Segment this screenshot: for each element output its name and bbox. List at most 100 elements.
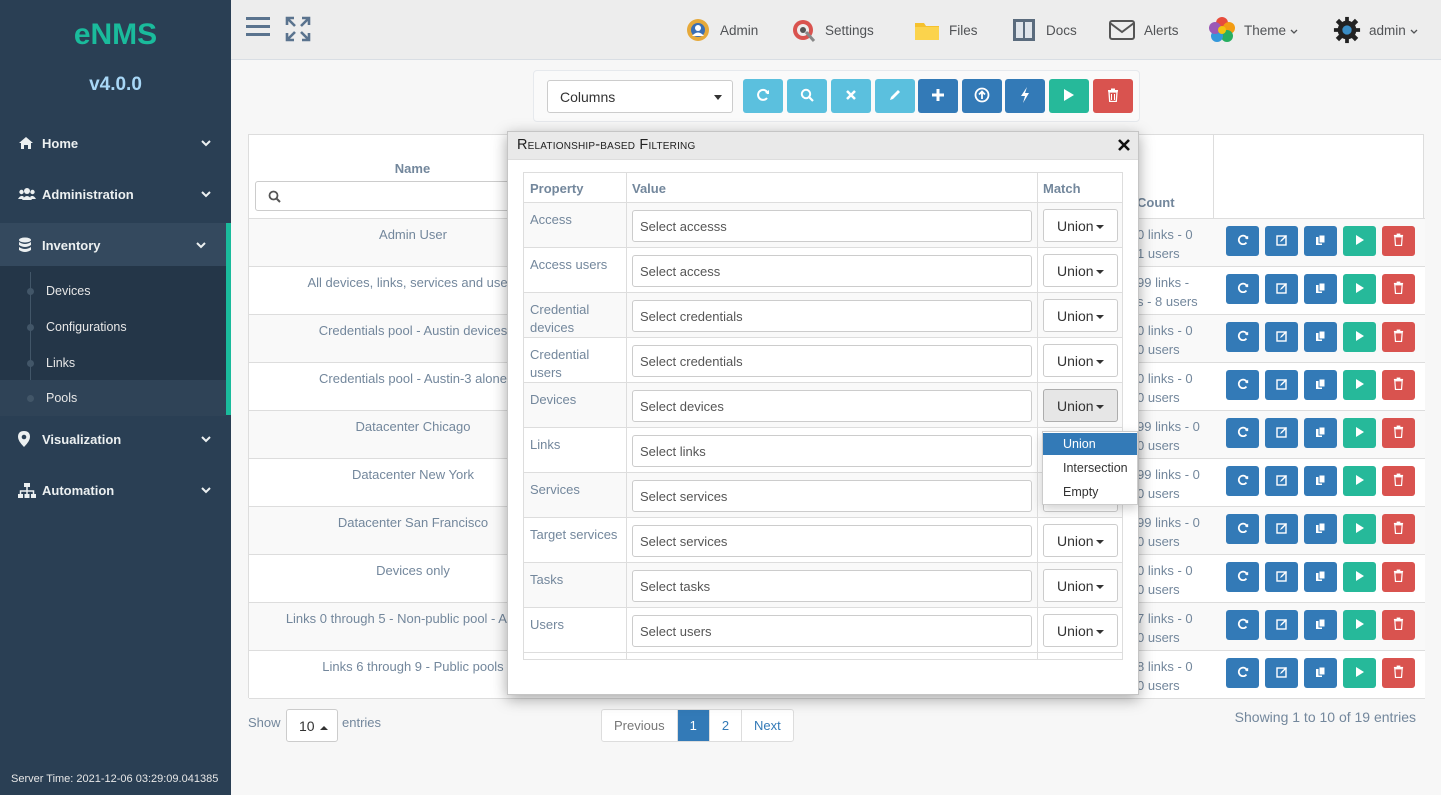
menu-toggle-icon[interactable]: [246, 16, 270, 41]
nav-settings[interactable]: Settings: [789, 14, 874, 46]
row-refresh-button[interactable]: [1226, 370, 1259, 400]
match-dropdown-button[interactable]: Union: [1043, 299, 1118, 332]
row-duplicate-button[interactable]: [1304, 466, 1337, 496]
row-refresh-button[interactable]: [1226, 610, 1259, 640]
close-icon[interactable]: [1115, 136, 1133, 154]
row-run-button[interactable]: [1343, 226, 1376, 256]
add-button[interactable]: [918, 79, 958, 113]
refresh-button[interactable]: [743, 79, 783, 113]
dialog-header[interactable]: Relationship-based Filtering: [508, 132, 1138, 160]
row-refresh-button[interactable]: [1226, 274, 1259, 304]
update-pools-button[interactable]: [1005, 79, 1045, 113]
row-duplicate-button[interactable]: [1304, 370, 1337, 400]
row-run-button[interactable]: [1343, 466, 1376, 496]
brand-title[interactable]: eNMS: [0, 18, 231, 52]
row-delete-button[interactable]: [1382, 418, 1415, 448]
row-refresh-button[interactable]: [1226, 322, 1259, 352]
row-edit-button[interactable]: [1265, 658, 1298, 688]
columns-select[interactable]: Columns: [547, 80, 733, 113]
filter-value-input[interactable]: Select links: [632, 435, 1032, 467]
match-option-union[interactable]: Union: [1043, 433, 1137, 455]
run-button[interactable]: [1049, 79, 1089, 113]
row-delete-button[interactable]: [1382, 322, 1415, 352]
row-duplicate-button[interactable]: [1304, 418, 1337, 448]
filter-value-input[interactable]: Select accesss: [632, 210, 1032, 242]
row-duplicate-button[interactable]: [1304, 322, 1337, 352]
submenu-links[interactable]: Links: [0, 345, 226, 381]
filter-value-input[interactable]: Select devices: [632, 390, 1032, 422]
row-duplicate-button[interactable]: [1304, 562, 1337, 592]
row-refresh-button[interactable]: [1226, 562, 1259, 592]
row-delete-button[interactable]: [1382, 514, 1415, 544]
menu-inventory[interactable]: Inventory: [0, 223, 231, 267]
row-duplicate-button[interactable]: [1304, 514, 1337, 544]
menu-visualization[interactable]: Visualization: [0, 417, 231, 461]
menu-automation[interactable]: Automation: [0, 468, 231, 512]
bulk-edit-button[interactable]: [875, 79, 915, 113]
row-refresh-button[interactable]: [1226, 418, 1259, 448]
match-option-empty[interactable]: Empty: [1043, 481, 1137, 503]
match-dropdown-button[interactable]: Union: [1043, 524, 1118, 557]
row-refresh-button[interactable]: [1226, 226, 1259, 256]
row-delete-button[interactable]: [1382, 466, 1415, 496]
row-delete-button[interactable]: [1382, 226, 1415, 256]
row-run-button[interactable]: [1343, 610, 1376, 640]
match-dropdown-button[interactable]: Union: [1043, 344, 1118, 377]
row-duplicate-button[interactable]: [1304, 274, 1337, 304]
filter-value-input[interactable]: Select users: [632, 615, 1032, 647]
match-option-intersection[interactable]: Intersection: [1043, 457, 1137, 479]
search-button[interactable]: [787, 79, 827, 113]
row-edit-button[interactable]: [1265, 562, 1298, 592]
match-dropdown-button[interactable]: Union: [1043, 614, 1118, 647]
previous-page-button[interactable]: Previous: [602, 710, 678, 741]
menu-home[interactable]: Home: [0, 121, 231, 165]
filter-value-input[interactable]: Select services: [632, 480, 1032, 512]
row-edit-button[interactable]: [1265, 274, 1298, 304]
row-duplicate-button[interactable]: [1304, 658, 1337, 688]
page-2-button[interactable]: 2: [710, 710, 743, 741]
submenu-configurations[interactable]: Configurations: [0, 309, 226, 345]
page-1-button[interactable]: 1: [677, 710, 710, 741]
nav-docs[interactable]: Docs: [1010, 14, 1077, 46]
nav-theme[interactable]: Theme: [1208, 14, 1298, 46]
row-run-button[interactable]: [1343, 514, 1376, 544]
row-run-button[interactable]: [1343, 658, 1376, 688]
match-dropdown-button[interactable]: Union: [1043, 389, 1118, 422]
row-run-button[interactable]: [1343, 562, 1376, 592]
row-edit-button[interactable]: [1265, 226, 1298, 256]
upload-button[interactable]: [962, 79, 1002, 113]
delete-button[interactable]: [1093, 79, 1133, 113]
row-run-button[interactable]: [1343, 418, 1376, 448]
row-duplicate-button[interactable]: [1304, 226, 1337, 256]
row-delete-button[interactable]: [1382, 610, 1415, 640]
filter-value-input[interactable]: Select credentials: [632, 345, 1032, 377]
row-delete-button[interactable]: [1382, 562, 1415, 592]
row-run-button[interactable]: [1343, 370, 1376, 400]
row-edit-button[interactable]: [1265, 466, 1298, 496]
row-refresh-button[interactable]: [1226, 658, 1259, 688]
row-run-button[interactable]: [1343, 322, 1376, 352]
clear-search-button[interactable]: [831, 79, 871, 113]
filter-value-input[interactable]: Select tasks: [632, 570, 1032, 602]
filter-value-input[interactable]: Select access: [632, 255, 1032, 287]
match-dropdown-button[interactable]: Union: [1043, 254, 1118, 287]
row-delete-button[interactable]: [1382, 370, 1415, 400]
row-edit-button[interactable]: [1265, 610, 1298, 640]
nav-admin[interactable]: Admin: [684, 14, 758, 46]
row-edit-button[interactable]: [1265, 514, 1298, 544]
match-dropdown-button[interactable]: Union: [1043, 209, 1118, 242]
row-edit-button[interactable]: [1265, 322, 1298, 352]
match-dropdown-button[interactable]: Union: [1043, 569, 1118, 602]
row-refresh-button[interactable]: [1226, 514, 1259, 544]
nav-user[interactable]: admin: [1333, 14, 1418, 46]
row-edit-button[interactable]: [1265, 370, 1298, 400]
row-run-button[interactable]: [1343, 274, 1376, 304]
row-edit-button[interactable]: [1265, 418, 1298, 448]
nav-alerts[interactable]: Alerts: [1108, 14, 1179, 46]
submenu-devices[interactable]: Devices: [0, 273, 226, 309]
row-delete-button[interactable]: [1382, 274, 1415, 304]
menu-administration[interactable]: Administration: [0, 172, 231, 216]
row-duplicate-button[interactable]: [1304, 610, 1337, 640]
nav-files[interactable]: Files: [913, 14, 978, 46]
row-refresh-button[interactable]: [1226, 466, 1259, 496]
